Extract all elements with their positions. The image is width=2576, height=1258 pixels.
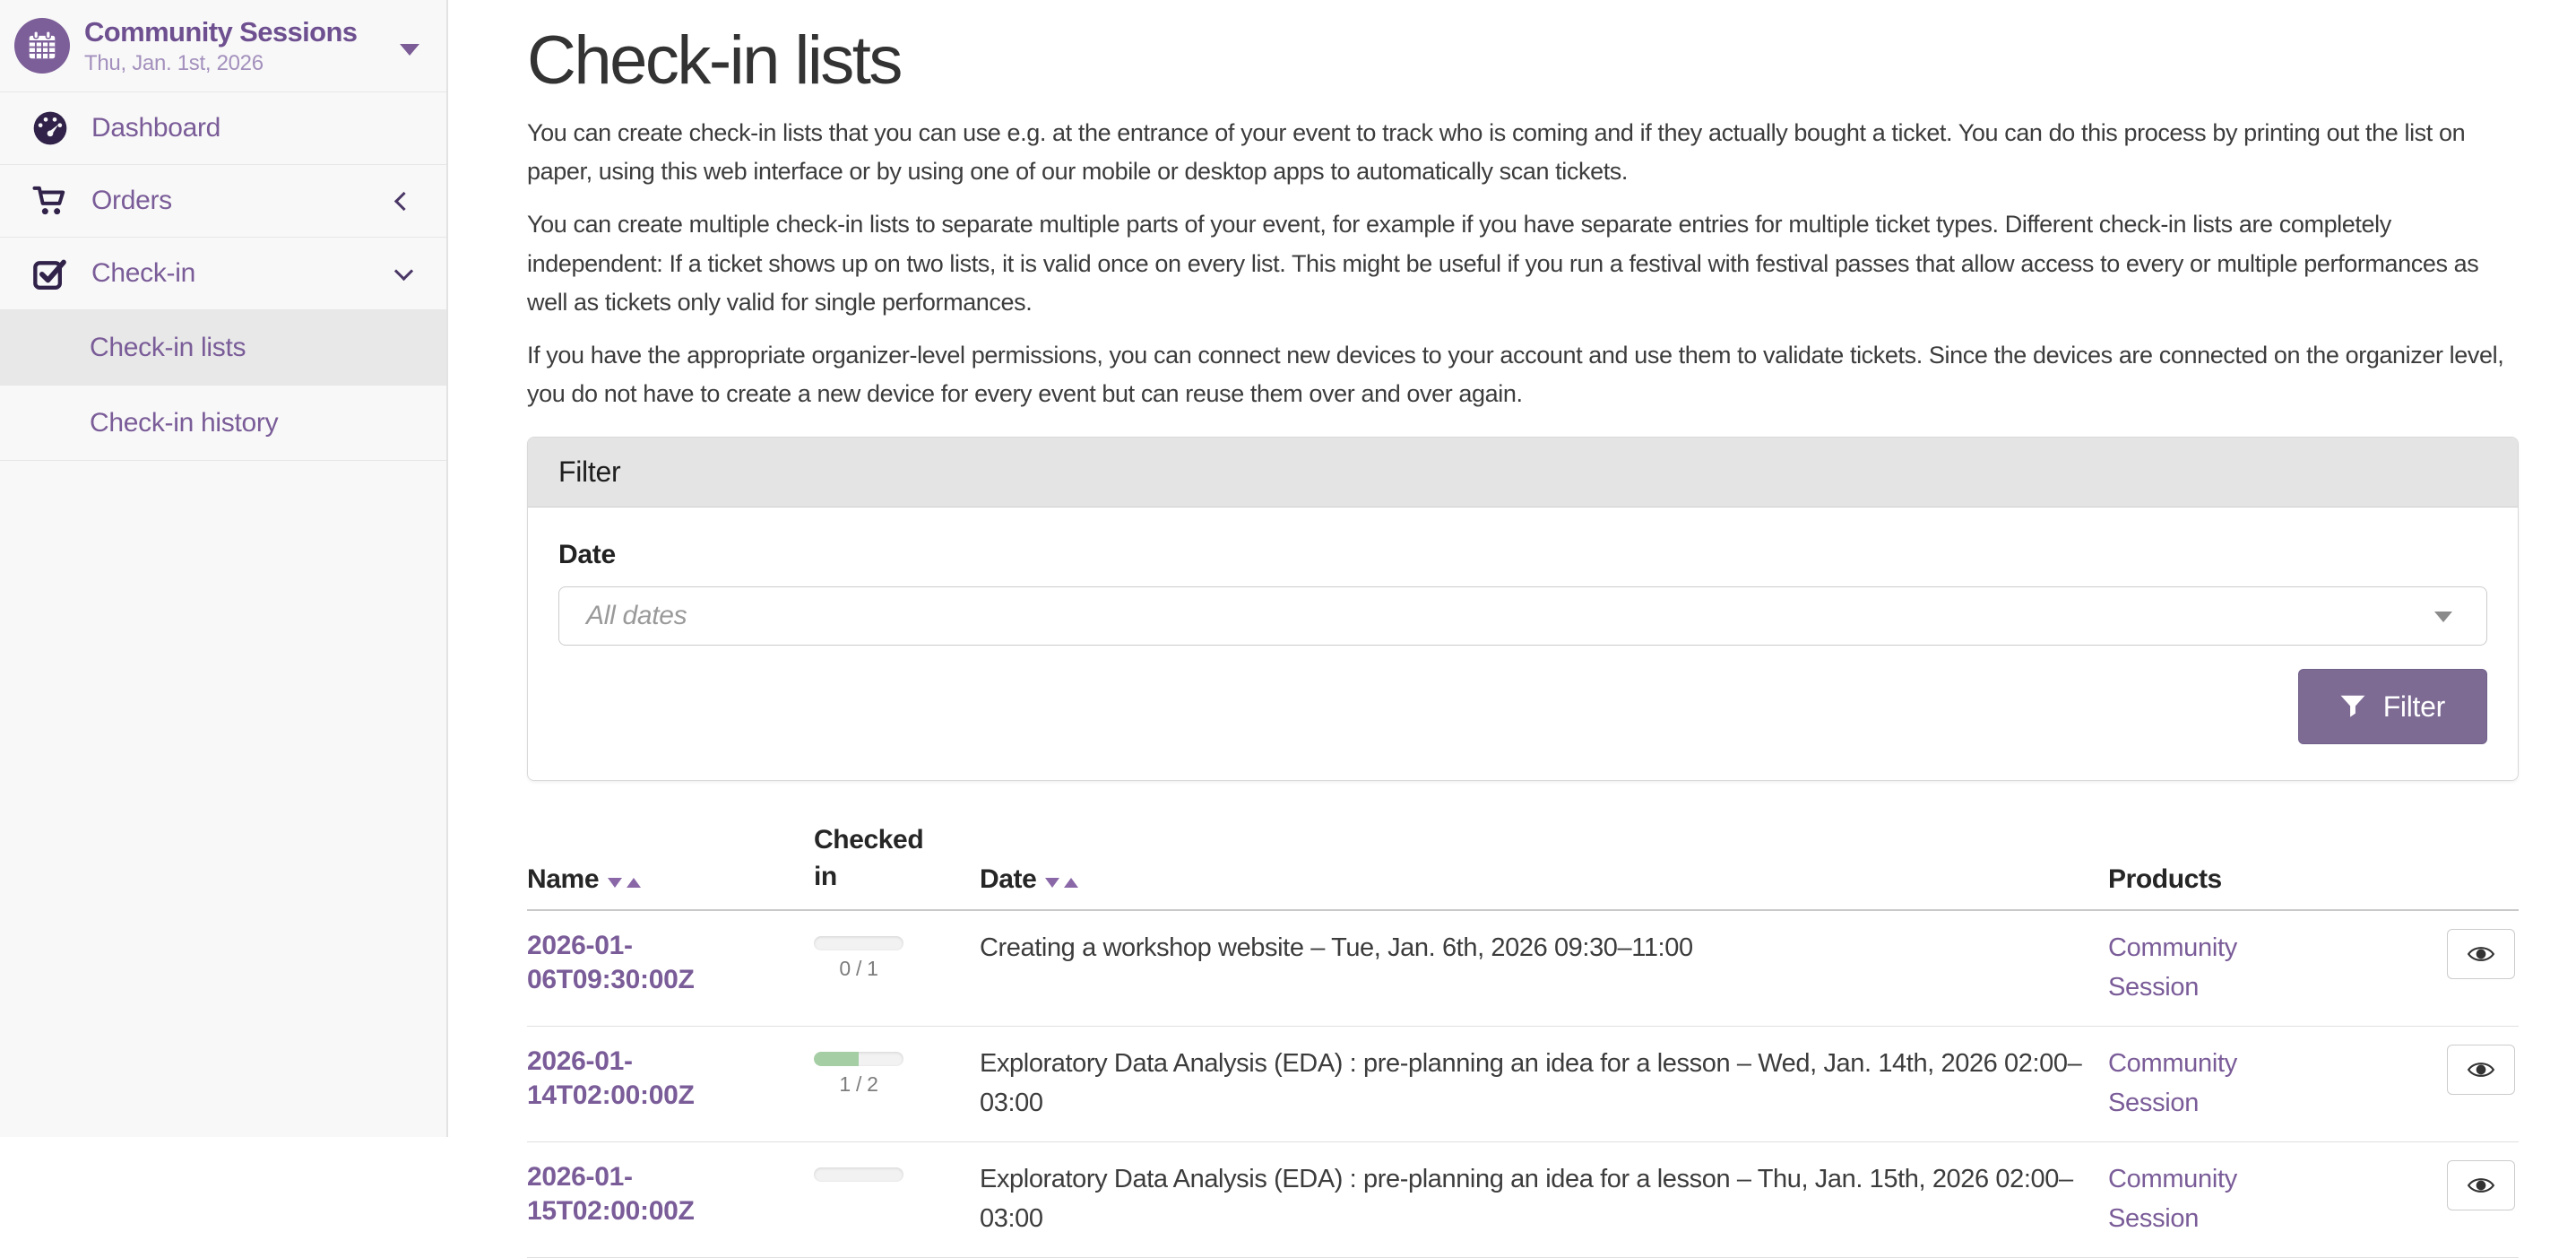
- sidebar-item-label: Dashboard: [91, 113, 220, 143]
- main-content: Check-in lists You can create check-in l…: [450, 0, 2576, 1258]
- event-date: Thu, Jan. 1st, 2026: [84, 51, 400, 76]
- intro-paragraph-2: You can create multiple check-in lists t…: [527, 205, 2519, 322]
- sidebar-item-label: Orders: [91, 186, 172, 216]
- date-field-label: Date: [558, 540, 2487, 570]
- filter-button-label: Filter: [2383, 690, 2445, 724]
- product-link[interactable]: Community Session: [2108, 929, 2304, 1007]
- sidebar-item-label: Check-in: [91, 258, 195, 289]
- cart-icon: [32, 183, 72, 219]
- page-title: Check-in lists: [527, 22, 2519, 100]
- sort-icons[interactable]: [1045, 864, 1078, 895]
- sort-desc-icon[interactable]: [608, 878, 622, 888]
- dashboard-icon: [32, 110, 72, 146]
- eye-icon: [2467, 1059, 2495, 1080]
- funnel-icon: [2340, 695, 2365, 718]
- view-button[interactable]: [2447, 929, 2515, 979]
- date-select[interactable]: All dates: [558, 586, 2487, 646]
- caret-down-icon[interactable]: [400, 44, 419, 56]
- sidebar-item-label: Check-in lists: [90, 333, 246, 363]
- sidebar-item-label: Check-in history: [90, 408, 278, 438]
- filter-button[interactable]: Filter: [2298, 669, 2487, 744]
- checkin-list-link[interactable]: 2026-01-06T09:30:00Z: [527, 929, 792, 997]
- event-logo: [14, 18, 70, 74]
- check-square-icon: [32, 256, 72, 291]
- sort-asc-icon[interactable]: [1064, 878, 1078, 888]
- checkin-list-link[interactable]: 2026-01-14T02:00:00Z: [527, 1045, 792, 1113]
- product-link[interactable]: Community Session: [2108, 1045, 2304, 1123]
- intro-paragraph-1: You can create check-in lists that you c…: [527, 114, 2519, 191]
- sort-asc-icon[interactable]: [627, 878, 641, 888]
- event-name: Community Sessions: [84, 16, 400, 48]
- sidebar-item-checkin-history[interactable]: Check-in history: [0, 385, 446, 460]
- calendar-icon: [25, 29, 59, 63]
- checkin-progress-bar: [814, 936, 903, 950]
- column-header-checked-in: Checked in: [814, 822, 980, 910]
- checkin-progress-label: 1 / 2: [814, 1072, 903, 1097]
- filter-panel: Filter Date All dates Filter: [527, 437, 2519, 781]
- view-button[interactable]: [2447, 1045, 2515, 1095]
- sidebar-item-checkin[interactable]: Check-in: [0, 237, 446, 309]
- chevron-down-icon: [394, 261, 413, 280]
- checkin-list-link[interactable]: 2026-01-15T02:00:00Z: [527, 1160, 792, 1228]
- column-header-name[interactable]: Name: [527, 822, 814, 910]
- chevron-left-icon: [394, 191, 413, 210]
- table-row: 2026-01-06T09:30:00Z 0 / 1 Creating a wo…: [527, 910, 2519, 1027]
- event-date-cell: Exploratory Data Analysis (EDA) : pre-pl…: [980, 1027, 2108, 1142]
- checkin-progress-bar: [814, 1167, 903, 1182]
- eye-icon: [2467, 1175, 2495, 1196]
- eye-icon: [2467, 943, 2495, 965]
- event-date-cell: Creating a workshop website – Tue, Jan. …: [980, 910, 2108, 1027]
- checkin-progress-bar: [814, 1052, 903, 1066]
- sidebar-item-checkin-lists[interactable]: Check-in lists: [0, 309, 446, 385]
- table-row: 2026-01-15T02:00:00Z Exploratory Data An…: [527, 1142, 2519, 1258]
- table-row: 2026-01-14T02:00:00Z 1 / 2 Exploratory D…: [527, 1027, 2519, 1142]
- divider: [0, 460, 446, 461]
- product-link[interactable]: Community Session: [2108, 1160, 2304, 1238]
- caret-down-icon: [2434, 612, 2452, 622]
- view-button[interactable]: [2447, 1160, 2515, 1210]
- event-date-cell: Exploratory Data Analysis (EDA) : pre-pl…: [980, 1142, 2108, 1258]
- sidebar: Community Sessions Thu, Jan. 1st, 2026 D…: [0, 0, 448, 1137]
- checkin-lists-table: Name Checked in Date Products 2026-01-06…: [527, 822, 2519, 1258]
- sort-desc-icon[interactable]: [1045, 878, 1059, 888]
- sort-icons[interactable]: [608, 864, 641, 895]
- checkin-progress-label: 0 / 1: [814, 957, 903, 981]
- sidebar-item-dashboard[interactable]: Dashboard: [0, 91, 446, 164]
- intro-paragraph-3: If you have the appropriate organizer-le…: [527, 336, 2519, 413]
- date-select-value: All dates: [586, 601, 687, 631]
- column-header-products: Products: [2108, 822, 2325, 910]
- sidebar-item-orders[interactable]: Orders: [0, 164, 446, 237]
- column-header-date[interactable]: Date: [980, 822, 2108, 910]
- column-header-actions: [2325, 822, 2519, 910]
- filter-panel-header: Filter: [528, 438, 2518, 508]
- event-switcher[interactable]: Community Sessions Thu, Jan. 1st, 2026: [0, 0, 446, 91]
- table-header-row: Name Checked in Date Products: [527, 822, 2519, 910]
